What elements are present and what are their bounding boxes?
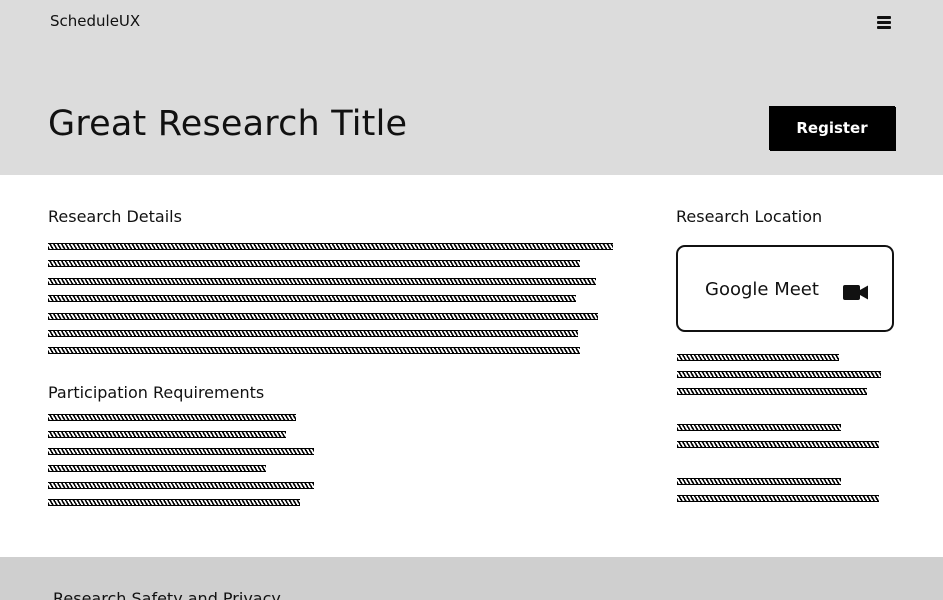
research-location-heading: Research Location: [676, 207, 823, 226]
google-meet-card[interactable]: Google Meet: [676, 245, 894, 332]
brand-logo-text[interactable]: ScheduleUX: [50, 12, 140, 30]
research-details-heading: Research Details: [48, 207, 182, 226]
participation-requirements-placeholder-text: [48, 414, 318, 514]
location-notes-placeholder-text: [677, 354, 887, 509]
page-title: Great Research Title: [48, 104, 408, 144]
participation-requirements-heading: Participation Requirements: [48, 383, 265, 402]
register-button[interactable]: Register: [769, 106, 895, 150]
header-band: ScheduleUX Great Research Title Register: [0, 0, 943, 175]
video-camera-icon: [843, 285, 868, 300]
research-details-placeholder-text: [48, 243, 618, 358]
research-safety-privacy-heading: Research Safety and Privacy: [53, 589, 281, 600]
hamburger-menu-icon[interactable]: [877, 16, 891, 29]
footer-band: Research Safety and Privacy: [0, 557, 943, 600]
meeting-platform-label: Google Meet: [705, 279, 819, 300]
